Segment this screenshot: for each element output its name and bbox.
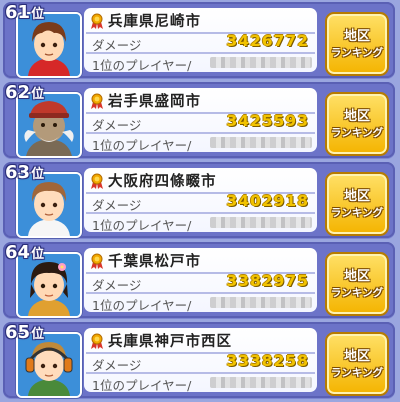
damage-score: 3338258: [226, 352, 309, 370]
rank-number: 64位: [5, 242, 45, 263]
region-ranking-button[interactable]: 地区 ランキング: [325, 252, 389, 316]
divider: [86, 372, 315, 374]
region-ranking-button[interactable]: 地区 ランキング: [325, 172, 389, 236]
rank-number: 65位: [5, 322, 45, 343]
divider: [86, 52, 315, 54]
region-ranking-button[interactable]: 地区 ランキング: [325, 332, 389, 396]
region-ranking-button[interactable]: 地区 ランキング: [325, 92, 389, 156]
button-label-line1: 地区: [343, 269, 370, 284]
top-player-name-pixelated: [210, 137, 312, 148]
top-player-label: 1位のプレイヤー/: [92, 298, 192, 313]
button-label-line1: 地区: [343, 349, 370, 364]
row-info-panel: 岩手県盛岡市 ダメージ 3425593 1位のプレイヤー/: [84, 88, 317, 153]
row-info-panel: 大阪府四條畷市 ダメージ 3402918 1位のプレイヤー/: [84, 168, 317, 233]
top-player-name-pixelated: [210, 217, 312, 228]
button-label-line2: ランキング: [330, 47, 384, 59]
top-player-label: 1位のプレイヤー/: [92, 58, 192, 73]
top-player-name-pixelated: [210, 57, 312, 68]
region-ranking-button[interactable]: 地区 ランキング: [325, 12, 389, 76]
ranking-row: 65位 兵庫県神戸市西区 ダメージ 3338258 1位のプレイヤー/ 地区 ラ…: [3, 322, 395, 398]
damage-score: 3426772: [226, 32, 309, 50]
ranking-list: 61位 兵庫県尼崎市 ダメージ 3426772 1位のプレイヤー/ 地区 ランキ…: [0, 0, 400, 402]
button-label-line1: 地区: [343, 109, 370, 124]
divider: [86, 212, 315, 214]
city-name: 兵庫県尼崎市: [108, 14, 201, 30]
divider: [86, 132, 315, 134]
top-player-label: 1位のプレイヤー/: [92, 218, 192, 233]
top-player-label: 1位のプレイヤー/: [92, 378, 192, 393]
medal-icon: [91, 93, 103, 109]
top-player-label: 1位のプレイヤー/: [92, 138, 192, 153]
rank-number: 61位: [5, 2, 45, 23]
button-label-line2: ランキング: [330, 367, 384, 379]
city-name: 大阪府四條畷市: [108, 174, 217, 190]
button-label-line2: ランキング: [330, 127, 384, 139]
divider: [86, 292, 315, 294]
row-info-panel: 千葉県松戸市 ダメージ 3382975 1位のプレイヤー/: [84, 248, 317, 313]
row-info-panel: 兵庫県尼崎市 ダメージ 3426772 1位のプレイヤー/: [84, 8, 317, 73]
row-info-panel: 兵庫県神戸市西区 ダメージ 3338258 1位のプレイヤー/: [84, 328, 317, 393]
city-name: 兵庫県神戸市西区: [108, 334, 232, 350]
medal-icon: [91, 253, 103, 269]
ranking-row: 61位 兵庫県尼崎市 ダメージ 3426772 1位のプレイヤー/ 地区 ランキ…: [3, 2, 395, 78]
damage-score: 3402918: [226, 192, 309, 210]
top-player-name-pixelated: [210, 297, 312, 308]
city-name: 千葉県松戸市: [108, 254, 201, 270]
medal-icon: [91, 173, 103, 189]
rank-number: 63位: [5, 162, 45, 183]
medal-icon: [91, 13, 103, 29]
button-label-line2: ランキング: [330, 287, 384, 299]
button-label-line2: ランキング: [330, 207, 384, 219]
top-player-name-pixelated: [210, 377, 312, 388]
button-label-line1: 地区: [343, 189, 370, 204]
button-label-line1: 地区: [343, 29, 370, 44]
city-name: 岩手県盛岡市: [108, 94, 201, 110]
damage-score: 3425593: [226, 112, 309, 130]
ranking-row: 63位 大阪府四條畷市 ダメージ 3402918 1位のプレイヤー/ 地区 ラン…: [3, 162, 395, 238]
medal-icon: [91, 333, 103, 349]
damage-score: 3382975: [226, 272, 309, 290]
rank-number: 62位: [5, 82, 45, 103]
ranking-row: 64位 千葉県松戸市 ダメージ 3382975 1位のプレイヤー/ 地区 ランキ…: [3, 242, 395, 318]
ranking-row: 62位 岩手県盛岡市 ダメージ 3425593 1位のプレイヤー/ 地区 ランキ…: [3, 82, 395, 158]
